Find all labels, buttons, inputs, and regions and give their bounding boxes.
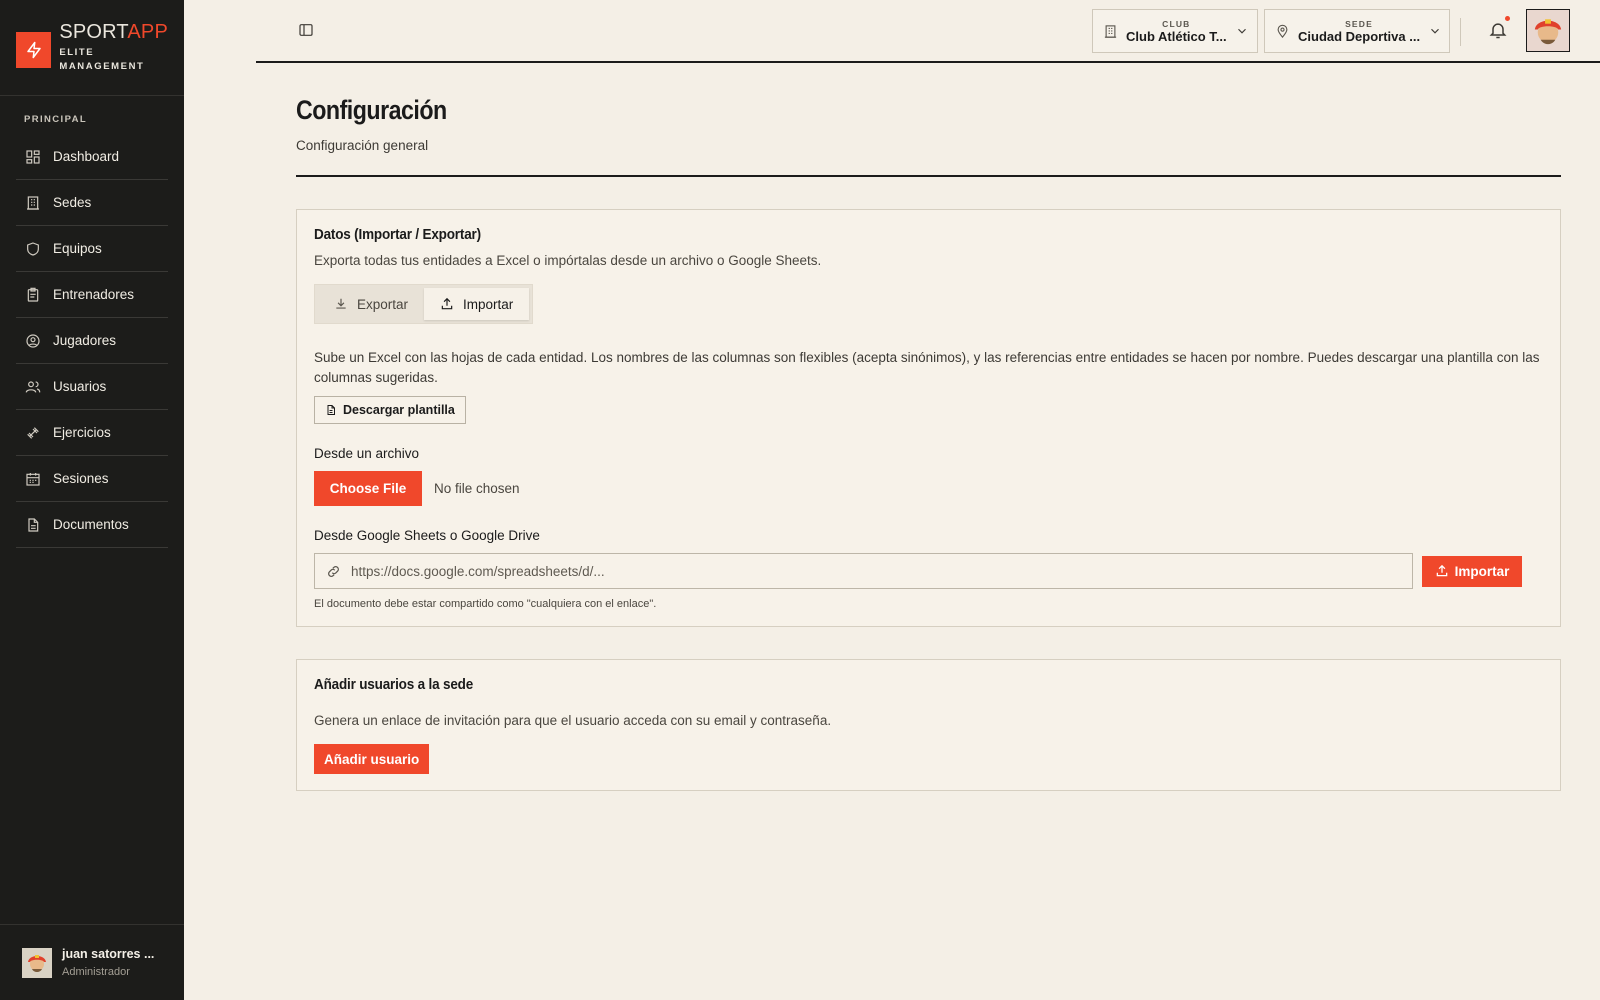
import-sheets-button[interactable]: Importar: [1422, 555, 1522, 587]
club-value: Club Atlético T...: [1126, 28, 1227, 44]
sidebar-item-label: Documentos: [53, 517, 129, 532]
calendar-icon: [24, 470, 42, 488]
sede-label: SEDE: [1345, 18, 1374, 29]
clipboard-icon: [24, 286, 42, 304]
upload-icon: [440, 297, 454, 311]
building-icon: [1103, 23, 1118, 39]
chevron-down-icon: [1235, 24, 1249, 38]
add-user-button[interactable]: Añadir usuario: [314, 744, 430, 774]
main-nav: Dashboard Sedes Equipos Entrenadores Jug…: [0, 134, 184, 548]
sidebar-item-label: Dashboard: [53, 149, 120, 164]
sheets-url-input[interactable]: [351, 563, 1391, 579]
sidebar-item-label: Equipos: [53, 241, 102, 256]
sidebar-item-usuarios[interactable]: Usuarios: [16, 364, 168, 410]
sidebar-item-label: Sesiones: [53, 471, 109, 486]
sheets-url-field[interactable]: [314, 553, 1413, 589]
page-subtitle: Configuración general: [296, 138, 429, 153]
sidebar-item-label: Jugadores: [53, 333, 117, 348]
document-icon: [24, 516, 42, 534]
map-pin-icon: [1275, 23, 1290, 39]
card-title: Añadir usuarios a la sede: [314, 676, 474, 693]
sede-selector[interactable]: SEDE Ciudad Deportiva ...: [1264, 9, 1450, 53]
tab-label: Importar: [463, 296, 514, 312]
avatar[interactable]: [1526, 9, 1570, 52]
card-description: Genera un enlace de invitación para que …: [314, 713, 832, 728]
sidebar-item-label: Sedes: [53, 195, 92, 210]
file-status: No file chosen: [434, 481, 520, 496]
sidebar-item-sesiones[interactable]: Sesiones: [16, 456, 168, 502]
sidebar-user[interactable]: juan satorres ... Administrador: [0, 924, 184, 1000]
user-role: Administrador: [62, 966, 130, 978]
divider: [1460, 18, 1461, 46]
import-help-text: Sube un Excel con las hojas de cada enti…: [314, 350, 1540, 385]
sidebar-toggle-icon[interactable]: [298, 22, 316, 40]
download-icon: [334, 297, 348, 311]
google-sheets-row: Importar: [314, 553, 1543, 589]
tab-importar[interactable]: Importar: [424, 288, 530, 320]
tab-label: Exportar: [357, 296, 409, 312]
brand-subtitle-1: ELITE: [59, 47, 95, 58]
sidebar-item-label: Usuarios: [53, 379, 107, 394]
import-export-tabs: Exportar Importar: [314, 284, 534, 324]
brand: SPORTAPP ELITE MANAGEMENT: [0, 0, 184, 96]
button-label: Descargar plantilla: [343, 403, 455, 417]
sidebar-item-equipos[interactable]: Equipos: [16, 226, 168, 272]
club-selector[interactable]: CLUB Club Atlético T...: [1092, 9, 1258, 53]
brand-name: SPORTAPP: [59, 21, 168, 43]
sidebar: SPORTAPP ELITE MANAGEMENT PRINCIPAL Dash…: [0, 0, 184, 1000]
main-content: Configuración Configuración general Dato…: [296, 63, 1561, 791]
club-label: CLUB: [1162, 18, 1191, 29]
notification-dot: [1505, 16, 1510, 21]
tab-exportar[interactable]: Exportar: [318, 288, 424, 320]
card-description: Exporta todas tus entidades a Excel o im…: [314, 253, 822, 268]
file-upload-label: Desde un archivo: [314, 446, 420, 461]
nav-section-label: PRINCIPAL: [24, 114, 88, 125]
sidebar-item-jugadores[interactable]: Jugadores: [16, 318, 168, 364]
file-upload-row: Choose File No file chosen: [314, 471, 1543, 506]
title-divider: [296, 175, 1561, 177]
page-title: Configuración: [296, 95, 447, 125]
sede-value: Ciudad Deportiva ...: [1298, 28, 1421, 44]
sidebar-item-dashboard[interactable]: Dashboard: [16, 134, 168, 180]
user-circle-icon: [24, 332, 42, 350]
card-title: Datos (Importar / Exportar): [314, 226, 481, 243]
add-users-card: Añadir usuarios a la sede Genera un enla…: [296, 659, 1561, 791]
bell-icon[interactable]: [1488, 20, 1510, 42]
users-icon: [24, 378, 42, 396]
button-label: Importar: [1454, 563, 1510, 579]
google-sheets-label: Desde Google Sheets o Google Drive: [314, 528, 540, 543]
brand-subtitle-2: MANAGEMENT: [59, 61, 145, 72]
sidebar-item-entrenadores[interactable]: Entrenadores: [16, 272, 168, 318]
sidebar-item-label: Entrenadores: [53, 287, 135, 302]
building-icon: [24, 194, 42, 212]
sidebar-item-ejercicios[interactable]: Ejercicios: [16, 410, 168, 456]
sidebar-item-documentos[interactable]: Documentos: [16, 502, 168, 548]
file-icon: [325, 403, 337, 417]
choose-file-button[interactable]: Choose File: [314, 471, 422, 506]
chevron-down-icon: [1428, 24, 1442, 38]
dashboard-icon: [24, 148, 42, 166]
sidebar-item-label: Ejercicios: [53, 425, 111, 440]
bolt-logo-icon: [16, 32, 52, 68]
topbar: CLUB Club Atlético T... SEDE Ciudad Depo…: [256, 0, 1600, 63]
dumbbell-icon: [24, 424, 42, 442]
data-import-export-card: Datos (Importar / Exportar) Exporta toda…: [296, 209, 1561, 627]
download-template-button[interactable]: Descargar plantilla: [314, 396, 466, 424]
shield-icon: [24, 240, 42, 258]
user-name: juan satorres ...: [62, 947, 155, 961]
sharing-hint: El documento debe estar compartido como …: [314, 598, 657, 610]
avatar: [22, 947, 52, 978]
sidebar-item-sedes[interactable]: Sedes: [16, 180, 168, 226]
link-icon: [326, 563, 342, 579]
upload-icon: [1435, 564, 1449, 578]
